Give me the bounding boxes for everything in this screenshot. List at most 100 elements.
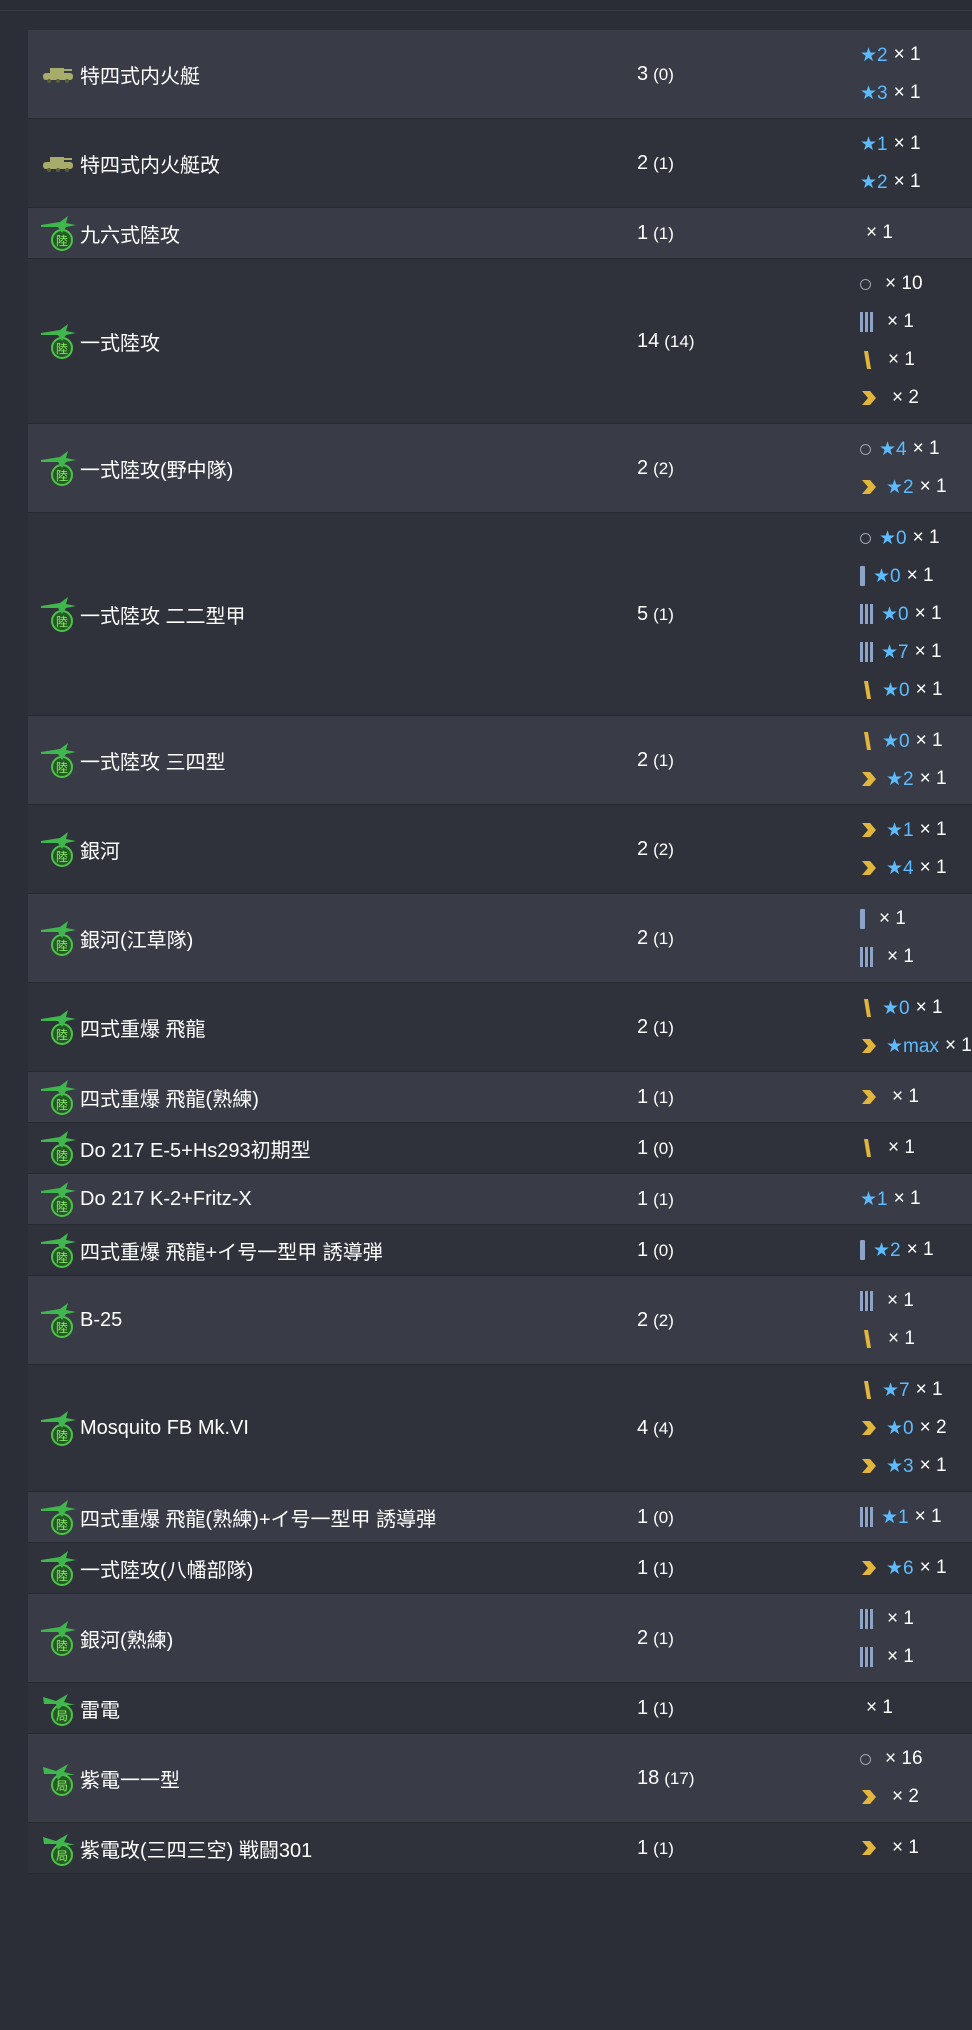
interceptor-icon: 局: [36, 1758, 80, 1798]
land-bomber-icon: 陸: [36, 918, 80, 958]
proficiency-list: ★0 × 1 ★max × 1: [860, 983, 972, 1071]
proficiency-line: ★4 × 1: [860, 430, 972, 468]
count-value: 2: [637, 456, 649, 479]
proficiency-slash-icon: [864, 1330, 871, 1348]
star-rank: ★max: [886, 1035, 939, 1057]
multiplier: × 1: [919, 1455, 947, 1476]
count-subvalue: (17): [664, 1768, 695, 1788]
land-bomber-icon: 陸: [36, 1497, 80, 1537]
svg-text:局: 局: [56, 1849, 68, 1863]
count-subvalue: (1): [653, 1189, 674, 1209]
multiplier: × 1: [866, 1697, 893, 1718]
proficiency-bar-icon: [860, 566, 865, 586]
multiplier: × 1: [892, 1837, 919, 1858]
count-value: 3: [637, 62, 649, 85]
svg-text:局: 局: [56, 1709, 68, 1723]
equipment-count: 2 (1): [637, 749, 860, 772]
multiplier: × 1: [912, 438, 940, 459]
proficiency-line: ★0 × 2: [860, 1409, 972, 1447]
top-bar: [0, 0, 972, 11]
svg-text:陸: 陸: [56, 1321, 68, 1335]
proficiency-list: ★1 × 1 ★4 × 1: [860, 805, 972, 893]
count-subvalue: (2): [653, 458, 674, 478]
proficiency-line: ★0 × 1: [860, 595, 972, 633]
proficiency-line: × 1: [860, 214, 972, 252]
equipment-name: 一式陸攻 三四型: [80, 751, 226, 774]
count-subvalue: (1): [653, 1628, 674, 1648]
star-rank: ★2: [873, 1239, 901, 1261]
equipment-name: 四式重爆 飛龍(熟練): [80, 1088, 259, 1111]
table-row: 陸銀河(江草隊) 2 (1) × 1 × 1: [28, 894, 972, 983]
equipment-count: 2 (2): [637, 457, 860, 480]
proficiency-line: ★1 × 1: [860, 1498, 972, 1536]
proficiency-chevron-icon: [862, 480, 876, 494]
multiplier: × 2: [892, 1786, 919, 1807]
svg-text:陸: 陸: [56, 1149, 68, 1163]
table-row: 陸四式重爆 飛龍+イ号一型甲 誘導弾 1 (0) ★2 × 1: [28, 1225, 972, 1276]
proficiency-triple-bar-icon: [860, 642, 873, 662]
table-row: 特四式内火艇改 2 (1) ★1 × 1 ★2 × 1: [28, 119, 972, 208]
multiplier: × 1: [893, 44, 921, 65]
proficiency-line: × 1: [860, 900, 972, 938]
proficiency-bar-icon: [860, 909, 865, 929]
equipment-count: 18 (17): [637, 1767, 860, 1790]
proficiency-list: ★1 × 1: [860, 1492, 972, 1542]
equipment-count: 2 (2): [637, 838, 860, 861]
multiplier: × 1: [887, 311, 914, 332]
count-subvalue: (1): [653, 750, 674, 770]
land-bomber-icon: 陸: [36, 1128, 80, 1168]
count-value: 2: [637, 1015, 649, 1038]
multiplier: × 1: [915, 997, 943, 1018]
svg-text:陸: 陸: [56, 761, 68, 775]
proficiency-chevron-icon: [862, 1841, 876, 1855]
table-row: 陸一式陸攻 14 (14) × 10 × 1 × 1 × 2: [28, 259, 972, 424]
equipment-count: 14 (14): [637, 330, 860, 353]
interceptor-icon: 局: [36, 1688, 80, 1728]
proficiency-list: × 10 × 1 × 1 × 2: [860, 259, 972, 423]
proficiency-circle-icon: [860, 1753, 871, 1765]
equipment-name: 銀河(江草隊): [80, 929, 194, 952]
proficiency-line: ★6 × 1: [860, 1549, 972, 1587]
proficiency-line: × 1: [860, 1320, 972, 1358]
equipment-name: 銀河(熟練): [80, 1629, 174, 1652]
proficiency-line: ★0 × 1: [860, 671, 972, 709]
svg-text:陸: 陸: [56, 1200, 68, 1214]
multiplier: × 1: [914, 641, 942, 662]
star-rank: ★1: [860, 133, 888, 155]
equipment-count: 2 (1): [637, 1016, 860, 1039]
proficiency-slash-icon: [864, 732, 871, 750]
count-subvalue: (1): [653, 1698, 674, 1718]
star-rank: ★3: [860, 82, 888, 104]
proficiency-chevron-icon: [862, 861, 876, 875]
equipment-name: 特四式内火艇改: [80, 154, 220, 177]
land-bomber-icon: 陸: [36, 1179, 80, 1219]
proficiency-slash-icon: [864, 999, 871, 1017]
star-rank: ★4: [879, 438, 907, 460]
proficiency-line: ★0 × 1: [860, 557, 972, 595]
svg-text:局: 局: [56, 1779, 68, 1793]
count-subvalue: (1): [653, 928, 674, 948]
proficiency-chevron-icon: [862, 1561, 876, 1575]
svg-text:陸: 陸: [56, 615, 68, 629]
proficiency-line: ★0 × 1: [860, 989, 972, 1027]
proficiency-triple-bar-icon: [860, 1291, 873, 1311]
land-bomber-icon: 陸: [36, 1077, 80, 1117]
count-value: 2: [637, 748, 649, 771]
count-value: 1: [637, 1556, 649, 1579]
equipment-name: B-25: [80, 1308, 123, 1331]
equipment-name: Mosquito FB Mk.VI: [80, 1416, 249, 1439]
proficiency-chevron-icon: [862, 1459, 876, 1473]
proficiency-line: × 1: [860, 1638, 972, 1676]
multiplier: × 1: [919, 476, 947, 497]
multiplier: × 1: [893, 171, 921, 192]
svg-text:陸: 陸: [56, 1429, 68, 1443]
count-subvalue: (1): [653, 1558, 674, 1578]
proficiency-list: ★1 × 1: [860, 1174, 972, 1224]
star-rank: ★0: [882, 730, 910, 752]
count-subvalue: (1): [653, 153, 674, 173]
count-subvalue: (14): [664, 331, 695, 351]
table-row: 特四式内火艇 3 (0) ★2 × 1 ★3 × 1: [28, 30, 972, 119]
proficiency-list: × 1: [860, 1123, 972, 1173]
multiplier: × 1: [892, 1086, 919, 1107]
proficiency-line: ★0 × 1: [860, 519, 972, 557]
